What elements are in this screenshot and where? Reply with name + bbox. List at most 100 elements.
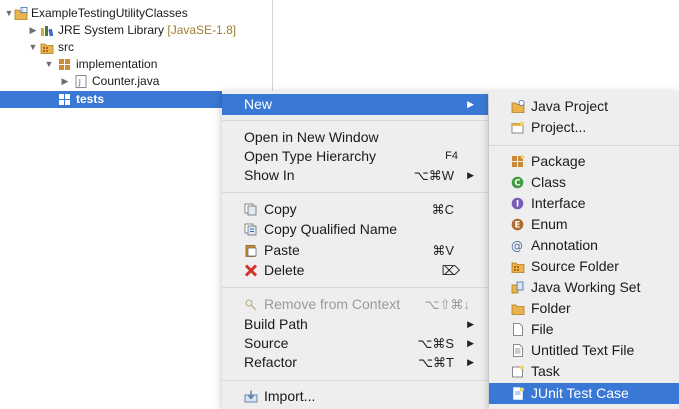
submenu-item-label: Java Working Set	[531, 279, 641, 295]
menu-item-import[interactable]: Import...	[222, 386, 488, 407]
svg-text:J: J	[78, 78, 81, 87]
menu-item-show-in[interactable]: Show In ⌥⌘W ▶	[222, 165, 488, 186]
shortcut-label: ⌥⌘T	[418, 355, 454, 370]
menu-item-source[interactable]: Source ⌥⌘S ▶	[222, 333, 488, 354]
submenu-item-label: Interface	[531, 195, 586, 211]
submenu-item-label: Enum	[531, 216, 568, 232]
menu-separator	[489, 145, 679, 146]
submenu-item-label: Folder	[531, 300, 571, 316]
import-icon	[244, 390, 258, 403]
project-name: ExampleTestingUtilityClasses	[31, 6, 188, 20]
shortcut-label: ⌥⇧⌘↓	[424, 297, 470, 312]
submenu-item-java-working-set[interactable]: Java Working Set	[489, 277, 679, 298]
submenu-item-file[interactable]: File	[489, 319, 679, 340]
menu-item-new-label: New	[244, 96, 273, 112]
submenu-item-label: Class	[531, 174, 567, 190]
menu-item-open-new-window[interactable]: Open in New Window	[222, 127, 488, 148]
menu-separator	[222, 120, 488, 121]
menu-item-label: Import...	[264, 388, 316, 404]
annotation-icon: @	[511, 239, 523, 252]
shortcut-label: ⌦	[441, 263, 460, 278]
menu-item-open-type-hierarchy[interactable]: Open Type Hierarchy F4	[222, 146, 488, 167]
package-icon	[59, 59, 70, 70]
file-icon	[513, 323, 523, 336]
source-folder-icon	[511, 262, 525, 273]
menu-item-new[interactable]: New ▶	[222, 94, 488, 115]
menu-item-refactor[interactable]: Refactor ⌥⌘T ▶	[222, 352, 488, 373]
menu-item-delete[interactable]: Delete ⌦	[222, 260, 488, 281]
menu-item-copy-qualified-name[interactable]: Copy Qualified Name	[222, 219, 488, 240]
menu-item-label: Delete	[264, 262, 305, 278]
menu-item-copy[interactable]: Copy ⌘C	[222, 199, 488, 220]
menu-separator	[222, 192, 488, 193]
svg-text:I: I	[516, 200, 519, 210]
package-implementation-label: implementation	[76, 57, 158, 71]
collapsed-triangle-icon[interactable]: ▶	[28, 22, 38, 39]
shortcut-label: F4	[445, 150, 458, 162]
menu-item-label: Paste	[264, 242, 300, 258]
shortcut-label: ⌘C	[431, 202, 454, 217]
java-project-icon: J	[14, 7, 28, 20]
expand-triangle-icon[interactable]: ▼	[44, 56, 54, 73]
submenu-arrow-icon: ▶	[467, 99, 474, 109]
submenu-item-label: File	[531, 321, 554, 337]
submenu-item-folder[interactable]: Folder	[489, 298, 679, 319]
remove-context-icon	[245, 299, 257, 311]
submenu-item-project[interactable]: Project...	[489, 117, 679, 138]
submenu-item-junit-test-case[interactable]: JUnit Test Case	[489, 383, 679, 404]
java-project-icon	[511, 100, 525, 113]
package-icon	[59, 94, 70, 105]
expand-triangle-icon[interactable]: ▼	[28, 39, 38, 56]
svg-text:@: @	[511, 239, 523, 252]
submenu-item-package[interactable]: Package	[489, 151, 679, 172]
package-tests-label: tests	[76, 92, 105, 106]
svg-text:E: E	[515, 221, 521, 231]
submenu-item-class[interactable]: C Class	[489, 172, 679, 193]
menu-item-label: Open in New Window	[244, 129, 379, 145]
copy-icon	[244, 203, 257, 216]
menu-item-label: Refactor	[244, 354, 297, 370]
project-icon	[511, 121, 524, 134]
interface-icon: I	[511, 197, 524, 210]
submenu-item-label: Source Folder	[531, 258, 619, 274]
menu-item-build-path[interactable]: Build Path ▶	[222, 314, 488, 335]
expand-triangle-icon[interactable]: ▼	[4, 5, 14, 22]
submenu-item-annotation[interactable]: @ Annotation	[489, 235, 679, 256]
submenu-item-java-project[interactable]: Java Project	[489, 96, 679, 117]
submenu-item-label: Project...	[531, 119, 587, 135]
submenu-item-label: Package	[531, 153, 586, 169]
menu-item-label: Copy Qualified Name	[264, 221, 398, 237]
submenu-item-label: Task	[531, 363, 560, 379]
menu-item-label: Copy	[264, 201, 297, 217]
submenu-arrow-icon: ▶	[467, 319, 474, 329]
submenu-item-label: Untitled Text File	[531, 342, 635, 358]
shortcut-label: ⌥⌘W	[413, 168, 454, 183]
submenu-item-task[interactable]: Task	[489, 361, 679, 382]
class-icon: C	[511, 176, 524, 189]
submenu-item-untitled-text-file[interactable]: Untitled Text File	[489, 340, 679, 361]
delete-icon	[244, 264, 258, 277]
collapsed-triangle-icon[interactable]: ▶	[60, 73, 70, 90]
submenu-item-interface[interactable]: I Interface	[489, 193, 679, 214]
submenu-item-label: Annotation	[531, 237, 598, 253]
menu-item-label: Open Type Hierarchy	[244, 148, 377, 164]
enum-icon: E	[511, 218, 524, 231]
submenu-item-source-folder[interactable]: Source Folder	[489, 256, 679, 277]
menu-item-paste[interactable]: Paste ⌘V	[222, 240, 488, 261]
submenu-item-enum[interactable]: E Enum	[489, 214, 679, 235]
jre-version-decoration: [JavaSE-1.8]	[167, 23, 237, 37]
menu-item-label: Remove from Context	[264, 296, 401, 312]
menu-item-remove-from-context[interactable]: Remove from Context ⌥⇧⌘↓	[222, 294, 488, 315]
junit-test-case-icon	[513, 387, 524, 400]
package-icon	[512, 155, 525, 167]
svg-text:J: J	[21, 8, 23, 14]
submenu-arrow-icon: ▶	[467, 357, 474, 367]
jre-library-label: JRE System Library [JavaSE-1.8]	[58, 22, 236, 39]
svg-text:C: C	[514, 179, 520, 189]
new-submenu: Java Project Project... Package C Class …	[489, 91, 679, 409]
counter-java-label: Counter.java	[92, 74, 160, 88]
context-menu: New ▶ Open in New Window Open Type Hiera…	[222, 91, 488, 409]
menu-item-label: Source	[244, 335, 289, 351]
submenu-arrow-icon: ▶	[467, 170, 474, 180]
submenu-item-label: Java Project	[531, 98, 609, 114]
